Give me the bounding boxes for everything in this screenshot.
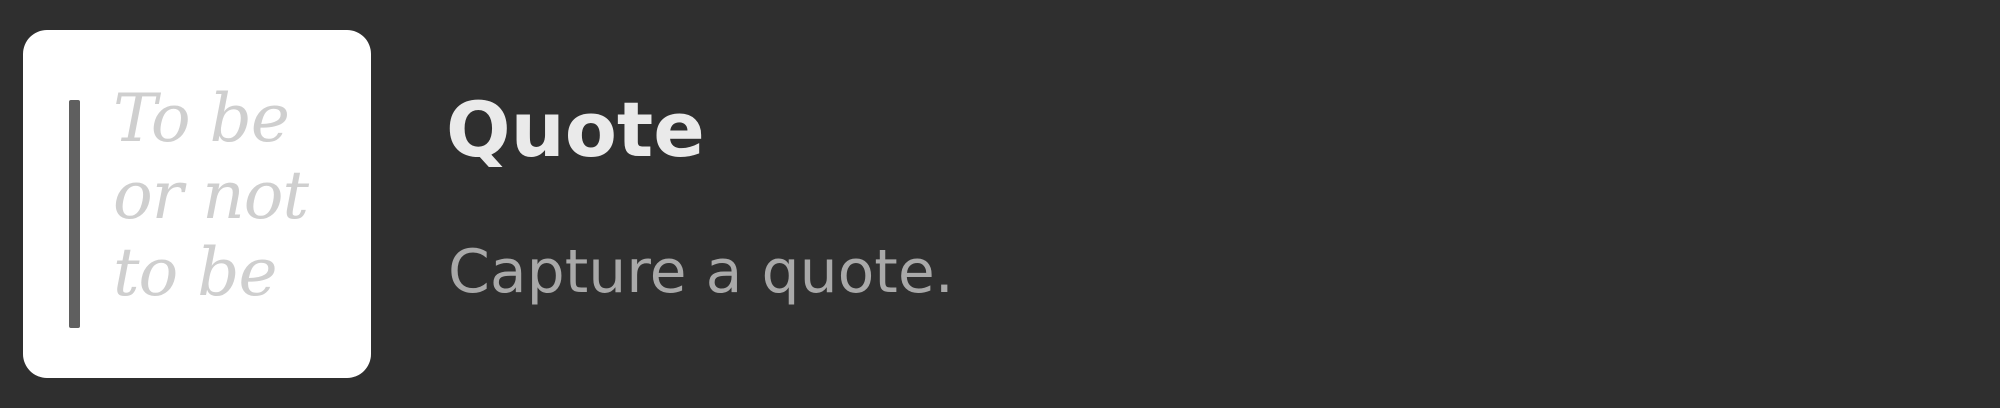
quote-bar-icon bbox=[69, 100, 80, 328]
quote-block-option[interactable]: To be or not to be Quote Capture a quote… bbox=[0, 0, 2000, 408]
quote-thumbnail-text: To be or not to be bbox=[113, 80, 309, 311]
option-title: Quote bbox=[446, 85, 705, 174]
option-description: Capture a quote. bbox=[448, 237, 954, 307]
quote-thumbnail: To be or not to be bbox=[23, 30, 371, 378]
